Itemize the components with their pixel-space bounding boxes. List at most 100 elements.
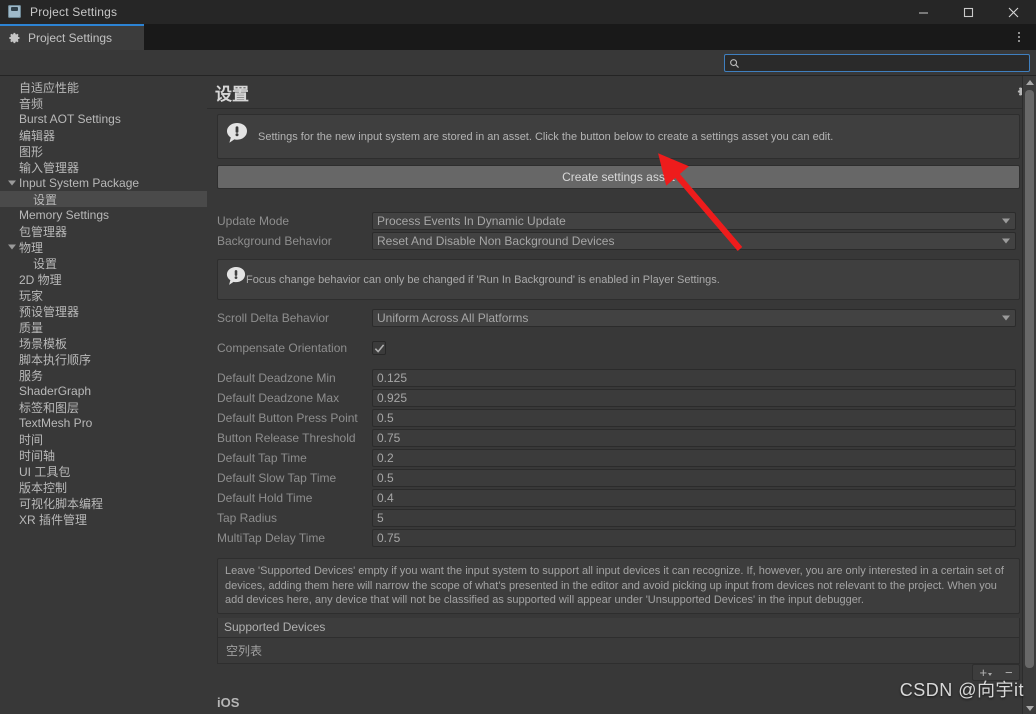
row-label: Scroll Delta Behavior: [217, 311, 330, 325]
sidebar-item-25[interactable]: 版本控制: [0, 479, 207, 495]
number-field[interactable]: 0.925: [372, 389, 1016, 407]
settings-sidebar[interactable]: 自适应性能 音频 Burst AOT Settings 编辑器 图形 输入管理器 Input…: [0, 76, 207, 714]
dropdown-field[interactable]: Reset And Disable Non Background Devices: [372, 232, 1016, 250]
main-vertical-scrollbar[interactable]: [1022, 76, 1036, 714]
number-field[interactable]: 0.2: [372, 449, 1016, 467]
create-settings-asset-button[interactable]: Create settings asset: [217, 165, 1020, 189]
row-multitap-delay-time[interactable]: MultiTap Delay Time 0.75: [217, 528, 1016, 548]
close-button[interactable]: [991, 0, 1036, 24]
row-label: Default Hold Time: [217, 491, 313, 505]
compensate-orientation-checkbox[interactable]: [372, 341, 386, 355]
number-field[interactable]: 5: [372, 509, 1016, 527]
row-label: Update Mode: [217, 214, 290, 228]
row-default-hold-time[interactable]: Default Hold Time 0.4: [217, 488, 1016, 508]
sidebar-item-15[interactable]: 质量: [0, 319, 207, 335]
number-field[interactable]: 0.4: [372, 489, 1016, 507]
row-background-behavior[interactable]: Background Behavior Reset And Disable Non…: [217, 231, 1016, 251]
number-field[interactable]: 0.5: [372, 409, 1016, 427]
tab-project-settings[interactable]: Project Settings: [0, 24, 144, 50]
sidebar-item-19[interactable]: ShaderGraph: [0, 383, 207, 399]
sidebar-item-label: 设置: [33, 256, 58, 271]
row-label: Default Button Press Point: [217, 411, 358, 425]
sidebar-item-10[interactable]: 物理: [0, 239, 207, 255]
row-label: Background Behavior: [217, 234, 332, 248]
sidebar-item-26[interactable]: 可视化脚本编程: [0, 495, 207, 511]
sidebar-item-label: Burst AOT Settings: [19, 112, 121, 126]
page-title: 设置: [215, 84, 249, 104]
twisty-down-icon[interactable]: [8, 244, 16, 250]
row-label: Default Deadzone Min: [217, 371, 336, 385]
sidebar-item-0[interactable]: 自适应性能: [0, 79, 207, 95]
number-field[interactable]: 0.5: [372, 469, 1016, 487]
sidebar-item-11[interactable]: 设置: [0, 255, 207, 271]
number-field[interactable]: 0.125: [372, 369, 1016, 387]
dropdown-field[interactable]: Process Events In Dynamic Update: [372, 212, 1016, 230]
sidebar-item-17[interactable]: 脚本执行顺序: [0, 351, 207, 367]
number-field[interactable]: 0.75: [372, 429, 1016, 447]
sidebar-item-14[interactable]: 预设管理器: [0, 303, 207, 319]
sidebar-item-label: 版本控制: [19, 480, 68, 495]
row-default-tap-time[interactable]: Default Tap Time 0.2: [217, 448, 1016, 468]
watermark-text: CSDN @向宇it: [899, 680, 1024, 700]
row-update-mode[interactable]: Update Mode Process Events In Dynamic Upd…: [217, 211, 1016, 231]
sidebar-item-3[interactable]: 编辑器: [0, 127, 207, 143]
info-helpbox: Settings for the new input system are st…: [217, 114, 1020, 159]
sidebar-item-label: 音频: [19, 96, 44, 111]
scroll-down-button[interactable]: [1023, 702, 1036, 714]
row-tap-radius[interactable]: Tap Radius 5: [217, 508, 1016, 528]
minimize-button[interactable]: [901, 0, 946, 24]
window-controls: [901, 0, 1036, 24]
sidebar-item-label: UI 工具包: [19, 464, 71, 479]
sidebar-item-12[interactable]: 2D 物理: [0, 271, 207, 287]
scrollbar-thumb[interactable]: [1025, 90, 1034, 668]
sidebar-item-22[interactable]: 时间: [0, 431, 207, 447]
sidebar-item-label: 2D 物理: [19, 272, 62, 287]
sidebar-item-label: 输入管理器: [19, 160, 80, 175]
sidebar-item-label: TextMesh Pro: [19, 416, 93, 430]
twisty-down-icon[interactable]: [8, 180, 16, 186]
number-field[interactable]: 0.75: [372, 529, 1016, 547]
gear-icon: [9, 32, 21, 44]
row-default-deadzone-min[interactable]: Default Deadzone Min 0.125: [217, 368, 1016, 388]
sidebar-item-label: 预设管理器: [19, 304, 80, 319]
sidebar-item-24[interactable]: UI 工具包: [0, 463, 207, 479]
triangle-up-icon: [1025, 79, 1034, 85]
row-button-release-threshold[interactable]: Button Release Threshold 0.75: [217, 428, 1016, 448]
sidebar-item-20[interactable]: 标签和图层: [0, 399, 207, 415]
sidebar-item-13[interactable]: 玩家: [0, 287, 207, 303]
check-icon: [374, 343, 384, 353]
sidebar-item-label: Memory Settings: [19, 208, 110, 222]
row-default-slow-tap-time[interactable]: Default Slow Tap Time 0.5: [217, 468, 1016, 488]
sidebar-item-27[interactable]: XR 插件管理: [0, 511, 207, 527]
supported-devices-notice: Leave 'Supported Devices' empty if you w…: [217, 558, 1020, 614]
row-scroll-delta-behavior[interactable]: Scroll Delta Behavior Uniform Across All …: [217, 308, 1016, 328]
sidebar-item-21[interactable]: TextMesh Pro: [0, 415, 207, 431]
popup-rows-group-1: Update Mode Process Events In Dynamic Upd…: [212, 211, 1016, 251]
sidebar-item-2[interactable]: Burst AOT Settings: [0, 111, 207, 127]
kebab-menu-icon[interactable]: [1010, 24, 1028, 50]
sidebar-item-9[interactable]: 包管理器: [0, 223, 207, 239]
supported-devices-header: Supported Devices: [217, 617, 1020, 638]
sidebar-item-7[interactable]: 设置: [0, 191, 207, 207]
row-compensate-orientation[interactable]: Compensate Orientation: [217, 338, 1016, 358]
maximize-button[interactable]: [946, 0, 991, 24]
search-input[interactable]: [743, 55, 1029, 71]
tab-label: Project Settings: [28, 31, 113, 45]
sidebar-item-18[interactable]: 服务: [0, 367, 207, 383]
sidebar-item-label: 服务: [19, 368, 44, 383]
sidebar-item-label: 脚本执行顺序: [19, 352, 92, 367]
dropdown-field[interactable]: Uniform Across All Platforms: [372, 309, 1016, 327]
sidebar-item-5[interactable]: 输入管理器: [0, 159, 207, 175]
sidebar-item-4[interactable]: 图形: [0, 143, 207, 159]
row-default-button-press-point[interactable]: Default Button Press Point 0.5: [217, 408, 1016, 428]
search-field[interactable]: [724, 54, 1030, 72]
sidebar-item-6[interactable]: Input System Package: [0, 175, 207, 191]
sidebar-item-16[interactable]: 场景模板: [0, 335, 207, 351]
popup-rows-group-2: Scroll Delta Behavior Uniform Across All …: [212, 308, 1016, 328]
scroll-up-button[interactable]: [1023, 76, 1036, 88]
search-icon: [729, 58, 740, 69]
row-default-deadzone-max[interactable]: Default Deadzone Max 0.925: [217, 388, 1016, 408]
sidebar-item-8[interactable]: Memory Settings: [0, 207, 207, 223]
sidebar-item-1[interactable]: 音频: [0, 95, 207, 111]
sidebar-item-23[interactable]: 时间轴: [0, 447, 207, 463]
